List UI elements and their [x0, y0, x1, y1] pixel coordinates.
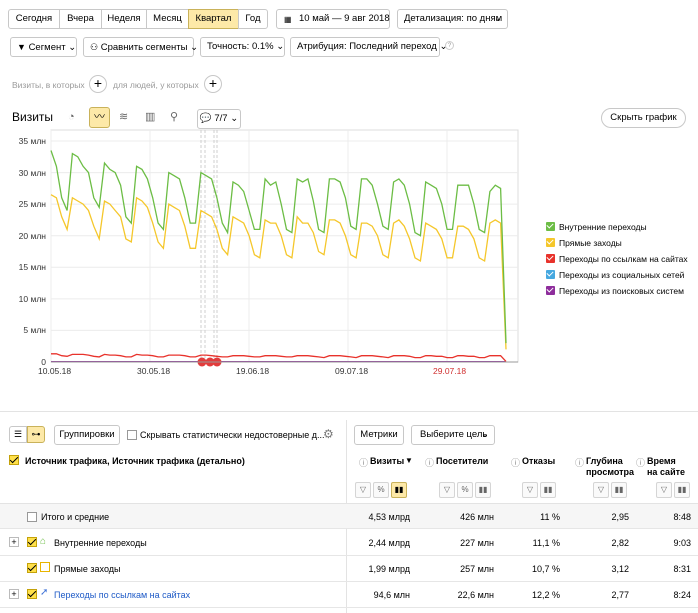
- goal-label: Выберите цель: [420, 429, 488, 440]
- cell-time: 8:24: [673, 590, 691, 600]
- x-tick-label: 19.06.18: [236, 366, 270, 376]
- row-label: Прямые заходы: [54, 564, 121, 574]
- cell-visits: 1,99 млрд: [368, 564, 410, 574]
- select-all-checkbox[interactable]: [9, 455, 19, 465]
- total-visitors: 426 млн: [460, 512, 494, 522]
- checkbox-icon: [546, 286, 555, 295]
- info-icon: ⓘ: [425, 458, 435, 468]
- cell-bounces: 10,7 %: [531, 564, 560, 574]
- column-label: Посетители: [436, 456, 489, 466]
- bar-chart-icon[interactable]: ▮▮: [611, 482, 627, 498]
- cell-depth: 2,77: [611, 590, 629, 600]
- total-depth: 2,95: [611, 512, 629, 522]
- checkbox-icon: [546, 270, 555, 279]
- legend-label: Переходы по ссылкам на сайтах: [559, 254, 688, 264]
- cell-bounces: 11,1 %: [532, 538, 560, 548]
- checkbox-icon: [546, 238, 555, 247]
- table-row[interactable]: Прямые заходы 1,99 млрд 257 млн 10,7 % 3…: [0, 556, 698, 582]
- cell-time: 8:31: [673, 564, 691, 574]
- groupings-button[interactable]: Группировки: [54, 425, 120, 445]
- bar-chart-icon[interactable]: ▮▮: [475, 482, 491, 498]
- bar-chart-icon[interactable]: ▮▮: [540, 482, 556, 498]
- legend-label: Переходы из социальных сетей: [559, 270, 685, 280]
- total-bounces: 11 %: [540, 512, 560, 522]
- info-icon: ⓘ: [511, 458, 521, 468]
- totals-row: Итого и средние 4,53 млрд 426 млн 11 % 2…: [0, 504, 698, 529]
- dimension-header: Источник трафика, Источник трафика (дета…: [25, 456, 245, 466]
- info-icon: ⓘ: [359, 458, 369, 468]
- checkbox-icon: [546, 222, 555, 231]
- sort-desc-icon: ▼: [405, 456, 413, 465]
- home-icon: ⌂: [40, 536, 47, 547]
- cell-visitors: 257 млн: [460, 564, 494, 574]
- legend-label: Прямые заходы: [559, 238, 622, 248]
- filter-icon[interactable]: ▽: [522, 482, 538, 498]
- x-tick-label: 30.05.18: [137, 366, 171, 376]
- visits-chart: [50, 129, 519, 367]
- table-row[interactable]: + ➚ Переходы по ссылкам на сайтах 94,6 м…: [0, 582, 698, 608]
- goal-select[interactable]: Выберите цель ⌄: [411, 425, 495, 445]
- expand-icon[interactable]: +: [9, 589, 19, 599]
- row-checkbox[interactable]: [27, 589, 37, 599]
- filter-icon[interactable]: ▽: [656, 482, 672, 498]
- column-label: Отказы: [522, 456, 556, 466]
- cell-visits: 2,44 млрд: [368, 538, 410, 548]
- checkbox-icon: [546, 254, 555, 263]
- expand-icon[interactable]: +: [9, 537, 19, 547]
- bar-chart-icon[interactable]: ▮▮: [391, 482, 407, 498]
- series-line: [51, 353, 507, 362]
- link-arrow-icon: ➚: [40, 587, 49, 598]
- hide-unreliable-label: Скрывать статистически недостоверные д..…: [140, 430, 325, 440]
- divider: [0, 411, 698, 412]
- table-row[interactable]: + ⌂ Внутренние переходы 2,44 млрд 227 мл…: [0, 530, 698, 556]
- column-label: Визиты: [370, 456, 405, 466]
- cell-visits: 94,6 млн: [373, 590, 410, 600]
- legend-label: Внутренние переходы: [559, 222, 647, 232]
- cell-depth: 2,82: [611, 538, 629, 548]
- row-label[interactable]: Переходы по ссылкам на сайтах: [54, 590, 190, 600]
- cell-bounces: 12,2 %: [531, 590, 560, 600]
- legend-item[interactable]: Переходы по ссылкам на сайтах: [546, 253, 688, 265]
- list-view-icon[interactable]: ☰: [9, 426, 27, 443]
- metrics-button[interactable]: Метрики: [354, 425, 404, 445]
- total-time: 8:48: [673, 512, 691, 522]
- column-label: Глубина просмотра: [586, 456, 635, 477]
- column-label: Время на сайте: [647, 456, 686, 477]
- percent-icon[interactable]: %: [457, 482, 473, 498]
- legend-item[interactable]: Переходы из социальных сетей: [546, 269, 684, 281]
- total-visits: 4,53 млрд: [368, 512, 410, 522]
- filter-icon[interactable]: ▽: [439, 482, 455, 498]
- gear-icon[interactable]: ⚙: [323, 427, 334, 441]
- row-checkbox[interactable]: [27, 563, 37, 573]
- tree-view-icon[interactable]: ⊶: [27, 426, 45, 443]
- x-tick-label: 10.05.18: [38, 366, 72, 376]
- percent-icon[interactable]: %: [373, 482, 389, 498]
- info-icon: ⓘ: [575, 458, 585, 468]
- legend-item[interactable]: Прямые заходы: [546, 237, 622, 249]
- cell-visitors: 227 млн: [460, 538, 494, 548]
- cell-time: 9:03: [673, 538, 691, 548]
- x-tick-label: 29.07.18: [433, 366, 467, 376]
- chevron-down-icon: ⌄: [481, 429, 489, 440]
- x-tick-label: 09.07.18: [335, 366, 369, 376]
- legend-label: Переходы из поисковых систем: [559, 286, 684, 296]
- legend-item[interactable]: Внутренние переходы: [546, 221, 647, 233]
- cell-depth: 3,12: [611, 564, 629, 574]
- filter-icon[interactable]: ▽: [593, 482, 609, 498]
- row-checkbox[interactable]: [27, 537, 37, 547]
- hide-unreliable-checkbox[interactable]: [127, 430, 137, 440]
- bar-chart-icon[interactable]: ▮▮: [674, 482, 690, 498]
- row-checkbox[interactable]: [27, 512, 37, 522]
- legend-item[interactable]: Переходы из поисковых систем: [546, 285, 684, 297]
- filter-icon[interactable]: ▽: [355, 482, 371, 498]
- info-icon: ⓘ: [636, 458, 646, 468]
- series-line: [50, 150, 507, 344]
- row-label: Внутренние переходы: [54, 538, 147, 548]
- totals-label: Итого и средние: [41, 512, 110, 522]
- direct-icon: [40, 562, 50, 572]
- cell-visitors: 22,6 млн: [457, 590, 494, 600]
- series-line: [50, 194, 507, 350]
